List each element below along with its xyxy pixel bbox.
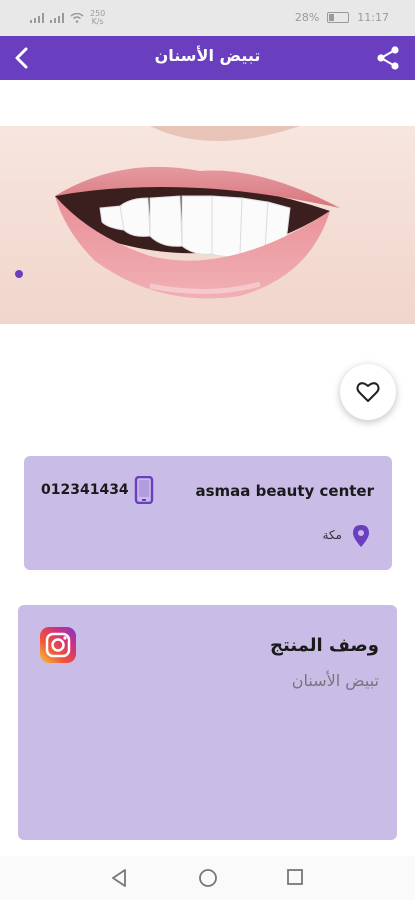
signal-icon (50, 13, 64, 23)
wifi-icon (70, 13, 84, 23)
product-description-card: وصف المنتج تبيض الأسنان (18, 605, 397, 840)
signal-icon (30, 13, 44, 23)
network-speed: 250 K/s (90, 10, 105, 26)
product-image-slider[interactable] (0, 126, 415, 324)
status-icons-left: 250 K/s (30, 10, 105, 26)
battery-percent: 28% (294, 11, 320, 24)
shop-info-card: asmaa beauty center 012341434 مكة (24, 456, 392, 570)
network-speed-unit: K/s (91, 17, 104, 26)
slider-indicator-dot[interactable] (15, 270, 23, 278)
battery-icon (327, 12, 350, 23)
nav-recent-icon[interactable] (286, 868, 304, 886)
page-title: تبيض الأسنان (154, 46, 261, 65)
shop-name[interactable]: asmaa beauty center (195, 482, 374, 500)
nav-back-icon[interactable] (110, 868, 128, 888)
mobile-phone-icon[interactable] (134, 476, 154, 504)
description-title: وصف المنتج (270, 635, 379, 656)
share-icon[interactable] (375, 45, 401, 71)
status-icons-right: 28% 11:17 (295, 11, 389, 24)
description-text: تبيض الأسنان (291, 671, 379, 690)
heart-outline-icon (356, 382, 380, 402)
city-label: مكة (322, 528, 343, 542)
system-nav-bar (0, 856, 415, 900)
location-pin-icon[interactable] (352, 524, 370, 548)
favorite-button[interactable] (340, 364, 396, 420)
status-bar: 250 K/s 28% 11:17 (0, 0, 415, 36)
nav-home-icon[interactable] (198, 868, 218, 888)
app-bar: تبيض الأسنان (0, 36, 415, 80)
phone-number[interactable]: 012341434 (41, 482, 129, 498)
clock: 11:17 (357, 11, 389, 24)
instagram-icon[interactable] (40, 627, 76, 663)
teeth-image (0, 126, 415, 324)
